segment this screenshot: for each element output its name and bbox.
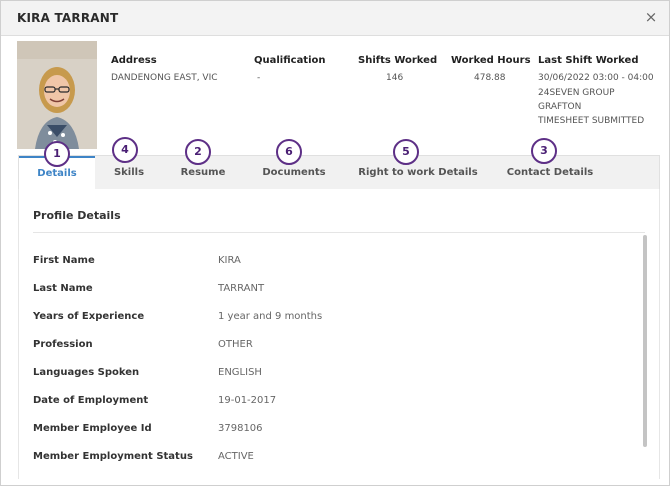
tabs-bar: Details Skills Resume Documents Right to… xyxy=(18,155,660,190)
close-icon: × xyxy=(644,8,658,26)
row-value-years-of-experience: 1 year and 9 months xyxy=(218,311,323,322)
shifts-worked-label: Shifts Worked xyxy=(358,55,438,66)
tab-details-label: Details xyxy=(37,168,77,179)
row-label-member-employee-id: Member Employee Id xyxy=(33,423,152,434)
details-panel: Profile Details First Name KIRA Last Nam… xyxy=(18,189,660,479)
profile-details-title: Profile Details xyxy=(33,209,121,222)
tab-skills-label: Skills xyxy=(113,167,145,178)
row-label-languages-spoken: Languages Spoken xyxy=(33,367,140,378)
row-label-profession: Profession xyxy=(33,339,93,350)
right-to-work-tab-badge: 5 xyxy=(393,139,419,165)
row-label-last-name: Last Name xyxy=(33,283,93,294)
last-shift-status: TIMESHEET SUBMITTED xyxy=(538,116,645,126)
modal-header: KIRA TARRANT × xyxy=(1,1,669,36)
row-value-date-of-employment: 19-01-2017 xyxy=(218,395,277,406)
worked-hours-label: Worked Hours xyxy=(451,55,531,66)
last-shift-location: GRAFTON xyxy=(538,102,582,112)
profile-photo-illustration xyxy=(17,41,97,149)
section-divider xyxy=(33,232,645,233)
row-value-profession: OTHER xyxy=(218,339,253,350)
worked-hours-value: 478.88 xyxy=(474,73,506,83)
row-label-years-of-experience: Years of Experience xyxy=(33,311,145,322)
details-tab-badge: 1 xyxy=(44,141,70,167)
row-value-first-name: KIRA xyxy=(218,255,241,266)
tab-resume-label: Resume xyxy=(180,167,226,178)
address-value: DANDENONG EAST, VIC xyxy=(111,73,218,83)
last-shift-label: Last Shift Worked xyxy=(538,55,639,66)
row-label-member-employment-status: Member Employment Status xyxy=(33,451,193,462)
tab-right-to-work-details-label: Right to work Details xyxy=(358,167,478,178)
row-label-first-name: First Name xyxy=(33,255,95,266)
row-value-member-employment-status: ACTIVE xyxy=(218,451,254,462)
last-shift-value: 30/06/2022 03:00 - 04:00 xyxy=(538,73,654,83)
tab-contact-details-label: Contact Details xyxy=(506,167,594,178)
modal-title: KIRA TARRANT xyxy=(17,11,119,25)
resume-tab-badge: 2 xyxy=(185,139,211,165)
skills-tab-badge: 4 xyxy=(112,137,138,163)
shifts-worked-value: 146 xyxy=(386,73,404,83)
row-value-languages-spoken: ENGLISH xyxy=(218,367,262,378)
profile-scrollbar-thumb[interactable] xyxy=(643,235,647,447)
close-button[interactable]: × xyxy=(643,8,659,26)
row-value-last-name: TARRANT xyxy=(218,283,265,294)
tab-documents-label: Documents xyxy=(262,167,326,178)
qualification-value: - xyxy=(257,73,261,83)
row-label-date-of-employment: Date of Employment xyxy=(33,395,149,406)
last-shift-group: 24SEVEN GROUP xyxy=(538,88,615,98)
documents-tab-badge: 6 xyxy=(276,139,302,165)
address-label: Address xyxy=(111,55,157,66)
qualification-label: Qualification xyxy=(254,55,326,66)
profile-scrollbar[interactable] xyxy=(642,233,650,469)
tab-right-to-work-details[interactable]: Right to work Details xyxy=(345,156,491,189)
contact-details-tab-badge: 3 xyxy=(531,138,557,164)
row-value-member-employee-id: 3798106 xyxy=(218,423,263,434)
profile-photo xyxy=(17,41,97,149)
worker-profile-modal: KIRA TARRANT × Address DANDENONG EAST, V… xyxy=(0,0,670,486)
